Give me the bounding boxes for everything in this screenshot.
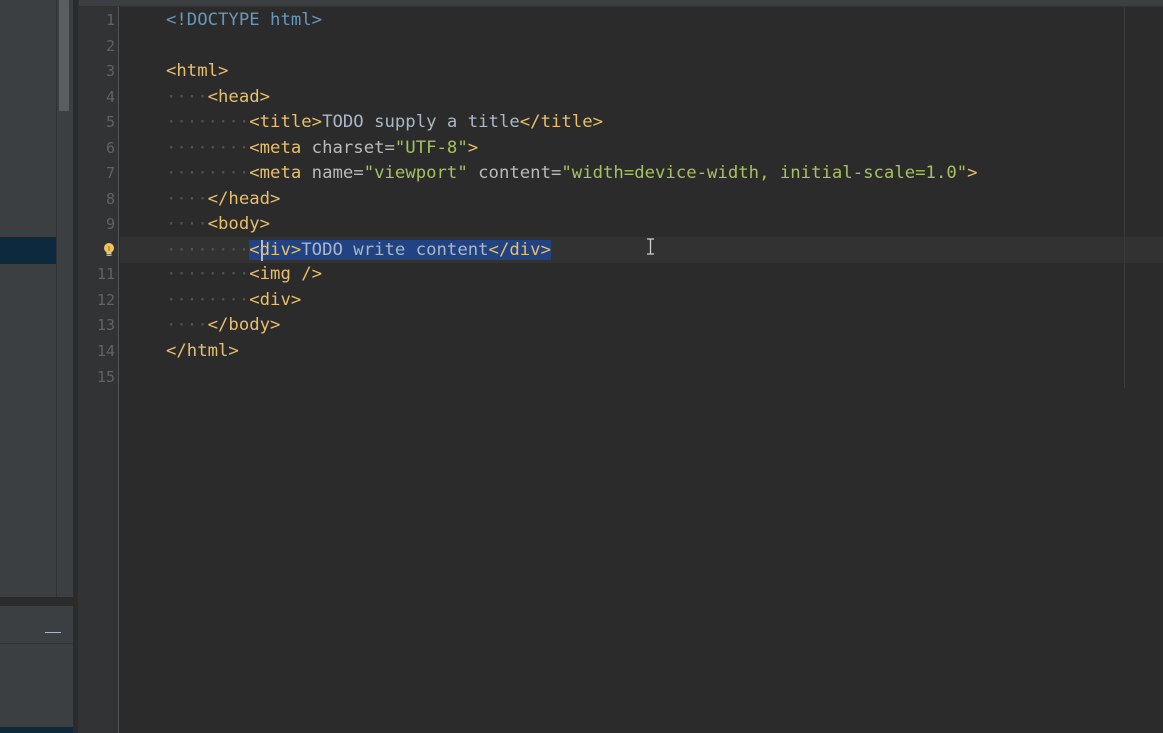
code-line-1[interactable]: <!DOCTYPE html> [166, 8, 322, 33]
text-caret [261, 240, 263, 261]
attribute-token: name= [301, 163, 364, 183]
selection-highlight[interactable]: <div>TODO write content</div> [249, 240, 551, 260]
text-cursor-icon [647, 238, 654, 255]
tag-token: > [967, 163, 978, 183]
line-number: 4 [105, 88, 115, 106]
indent-guide: ···· [166, 315, 208, 335]
text-token: TODO supply a title [322, 112, 520, 132]
bottom-panel-header [0, 606, 73, 644]
panel-separator [0, 597, 73, 606]
code-line-13[interactable]: ····</body> [166, 313, 280, 338]
attribute-token: charset= [301, 138, 395, 158]
tag-token: > [467, 138, 479, 158]
indent-guide: ···· [166, 87, 208, 107]
text-token: TODO write content [301, 240, 489, 260]
bottom-panel-body [0, 645, 73, 733]
line-number: 11 [96, 265, 115, 283]
tag-token: <div> [249, 240, 302, 260]
project-panel-scrollbar[interactable] [56, 0, 72, 597]
string-token: "UTF-8" [394, 138, 468, 158]
doctype-token: <!DOCTYPE html> [166, 10, 323, 30]
line-number: 6 [105, 139, 115, 157]
line-number: 15 [96, 368, 115, 386]
indent-guide: ···· [166, 189, 208, 209]
indent-guide: ········ [166, 264, 250, 284]
line-number: 5 [105, 113, 115, 131]
right-margin-guide [1124, 7, 1125, 388]
code-line-8[interactable]: ····</head> [166, 187, 280, 212]
line-number: 8 [105, 190, 115, 208]
tag-token: <meta [249, 138, 302, 158]
indent-guide: ········ [166, 112, 250, 132]
tag-token: </title> [519, 112, 603, 132]
code-line-5[interactable]: ········<title>TODO supply a title</titl… [166, 110, 603, 135]
tag-token: </body> [207, 315, 281, 335]
tag-token: </html> [166, 341, 239, 361]
editor-tab-strip [79, 0, 1163, 7]
line-number: 2 [105, 37, 115, 55]
code-line-9[interactable]: ····<body> [166, 212, 270, 237]
tag-token: <title> [249, 112, 323, 132]
code-line-10[interactable]: ········<div>TODO write content</div> [166, 238, 551, 263]
line-number: 12 [96, 291, 115, 309]
indent-guide: ········ [166, 290, 250, 310]
line-number: 7 [105, 164, 115, 182]
string-token: "width=device-width, initial-scale=1.0" [561, 163, 968, 183]
scrollbar-thumb[interactable] [59, 0, 69, 111]
line-number: 13 [96, 316, 115, 334]
code-line-7[interactable]: ········<meta name="viewport" content="w… [166, 161, 978, 186]
indent-guide: ········ [166, 163, 250, 183]
tag-token: <img [249, 264, 291, 284]
code-line-14[interactable]: </html> [166, 339, 239, 364]
intention-bulb-icon[interactable] [103, 243, 115, 257]
code-line-3[interactable]: <html> [166, 59, 228, 84]
tag-token: /> [290, 264, 323, 284]
line-number: 3 [105, 62, 115, 80]
code-line-12[interactable]: ········<div> [166, 288, 301, 313]
attribute-token: content= [467, 163, 562, 183]
tag-token: <div> [249, 290, 302, 310]
indent-guide: ········ [166, 240, 250, 260]
code-line-4[interactable]: ····<head> [166, 85, 270, 110]
line-number: 1 [105, 11, 115, 29]
indent-guide: ········ [166, 138, 250, 158]
tag-token: <head> [207, 87, 271, 107]
tag-token: </div> [488, 240, 551, 260]
code-line-6[interactable]: ········<meta charset="UTF-8"> [166, 136, 478, 161]
project-tree-selected-item[interactable] [0, 237, 56, 264]
line-number: 9 [105, 215, 115, 233]
tag-token: <body> [207, 214, 271, 234]
code-line-11[interactable]: ········<img /> [166, 262, 322, 287]
minimize-icon[interactable] [45, 632, 61, 633]
tag-token: <html> [166, 61, 229, 81]
string-token: "viewport" [363, 163, 468, 183]
indent-guide: ···· [166, 214, 208, 234]
line-number: 14 [96, 342, 115, 360]
tag-token: <meta [249, 163, 302, 183]
bottom-panel-selected-item[interactable] [0, 727, 73, 733]
tag-token: </head> [207, 189, 281, 209]
